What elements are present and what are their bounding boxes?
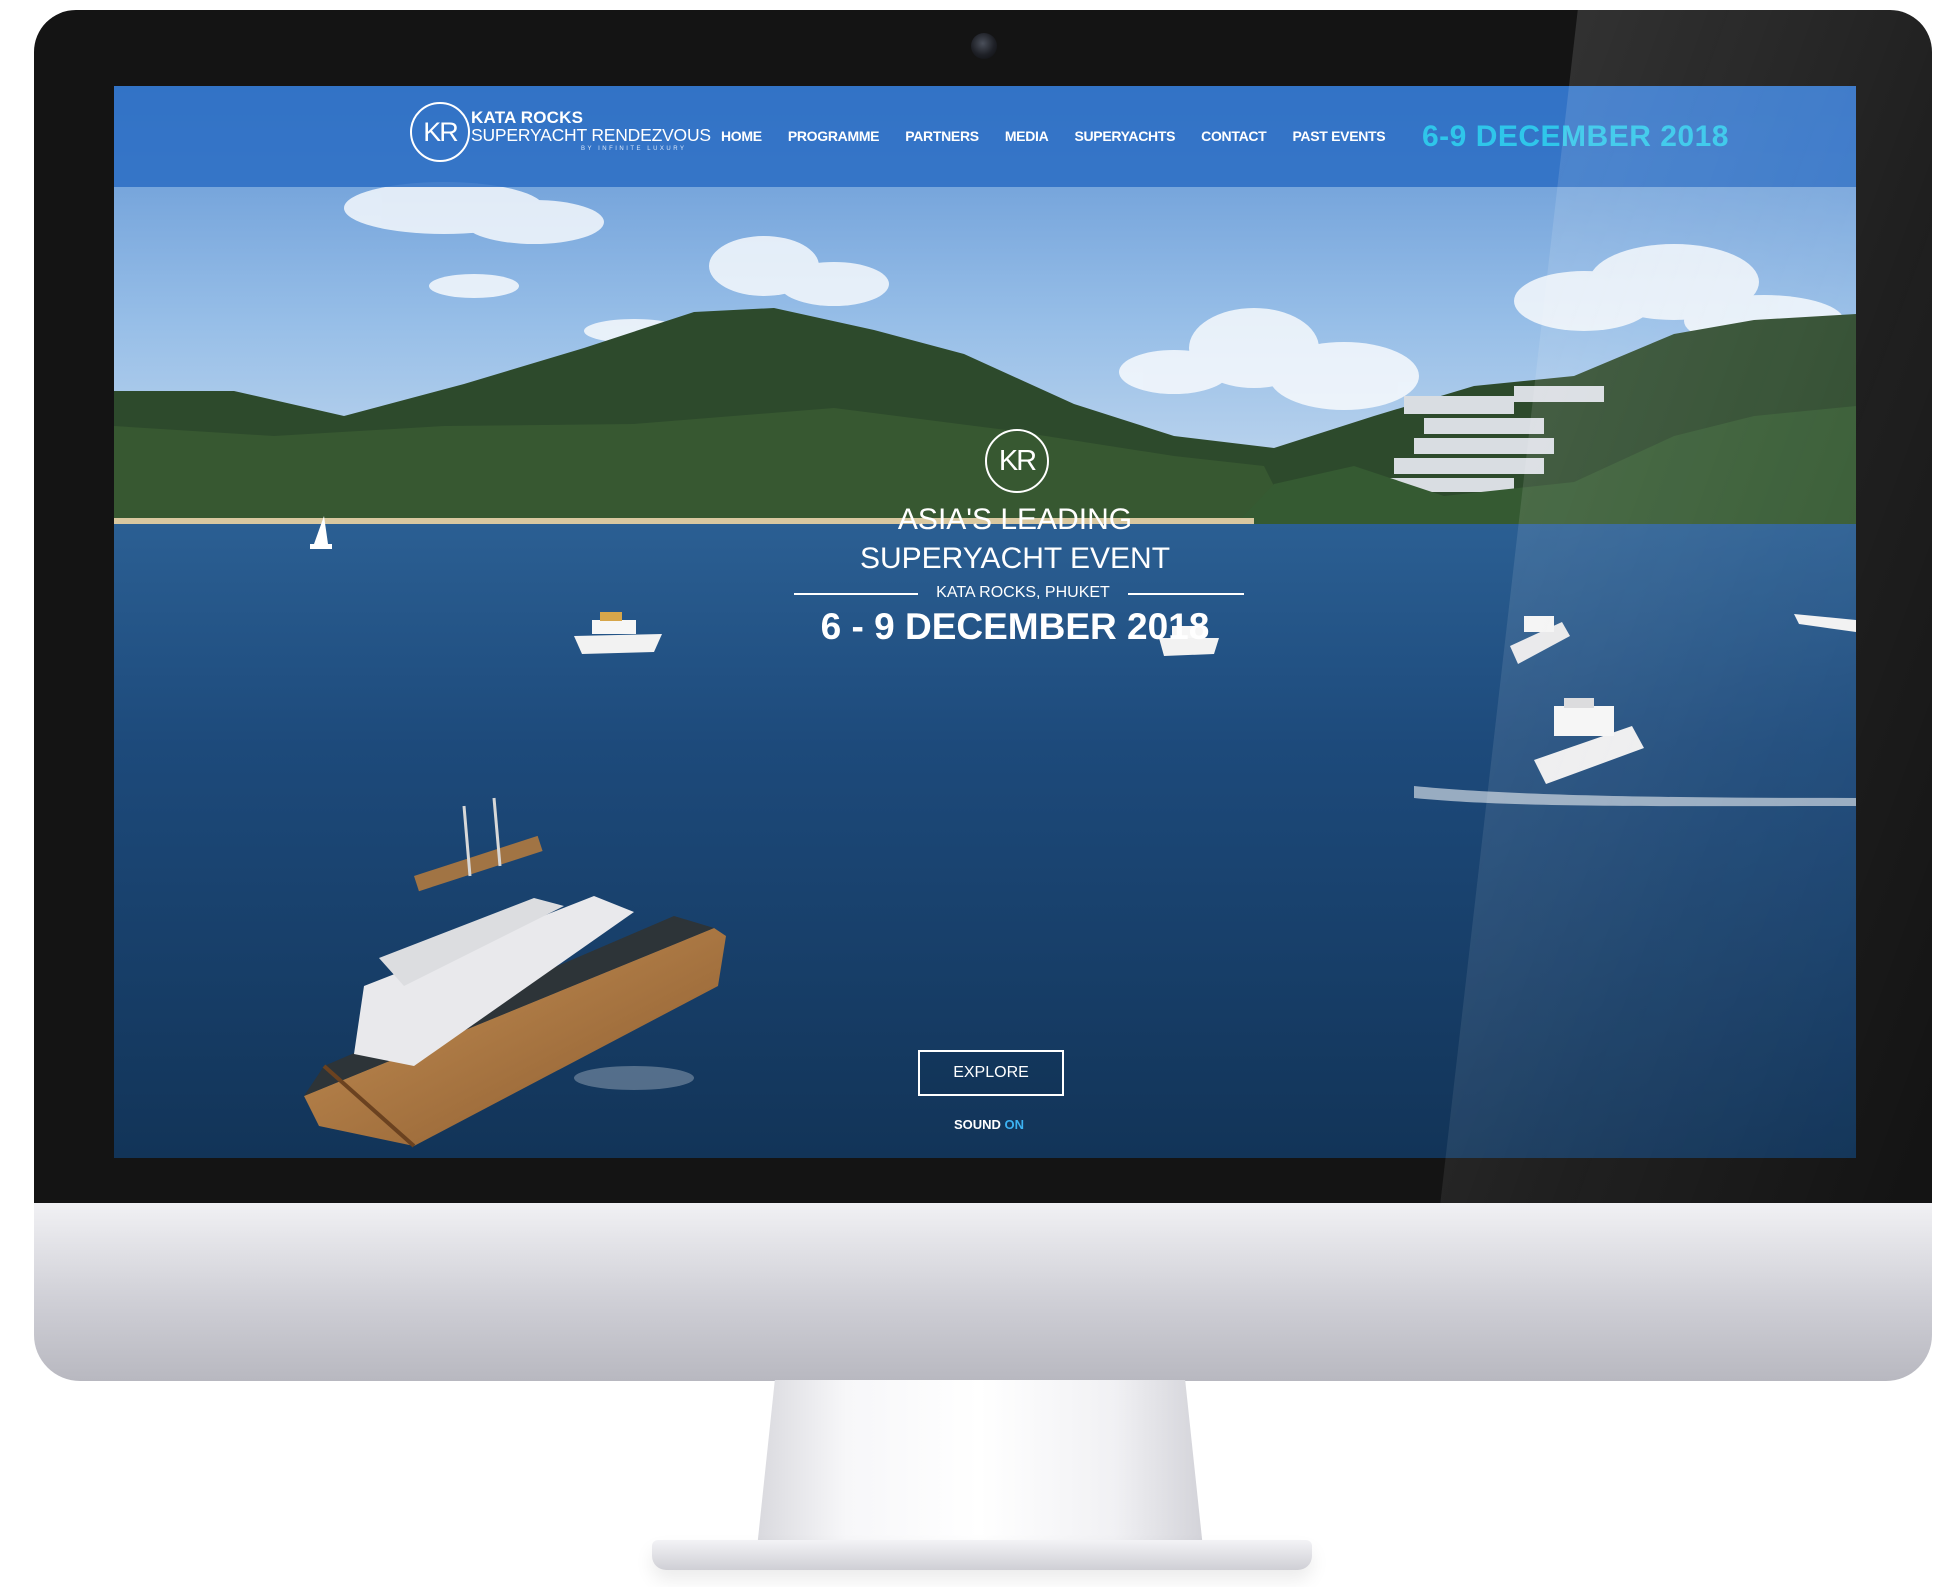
hero-kr-logo-icon: KR [985, 429, 1049, 493]
divider-left [794, 593, 918, 595]
hero-title: ASIA'S LEADING SUPERYACHT EVENT [735, 500, 1295, 578]
monitor-stand [757, 1380, 1203, 1548]
nav-past-events[interactable]: PAST EVENTS [1292, 128, 1385, 148]
nav-contact[interactable]: CONTACT [1201, 128, 1267, 148]
monitor-stand-base [652, 1540, 1312, 1570]
monitor-chin [34, 1203, 1932, 1381]
hero-dates: 6 - 9 DECEMBER 2018 [820, 606, 1210, 647]
divider-right [1128, 593, 1244, 595]
logo-tagline: BY INFINITE LUXURY [581, 146, 687, 152]
webcam-icon [971, 33, 997, 59]
main-nav: HOME PROGRAMME PARTNERS MEDIA SUPERYACHT… [721, 128, 1386, 148]
top-navigation-bar: KR KATA ROCKS SUPERYACHT RENDEZVOUS BY I… [114, 86, 1856, 187]
sound-state: ON [1004, 1117, 1025, 1132]
nav-home[interactable]: HOME [721, 128, 762, 148]
nav-partners[interactable]: PARTNERS [905, 128, 979, 148]
sound-toggle[interactable]: SOUND ON [918, 1117, 1060, 1132]
hero-location-row: KATA ROCKS, PHUKET [794, 582, 1244, 604]
nav-programme[interactable]: PROGRAMME [788, 128, 880, 148]
hero-title-line2: SUPERYACHT EVENT [859, 542, 1171, 575]
hero-location: KATA ROCKS, PHUKET [936, 584, 1110, 601]
kr-logo-icon[interactable]: KR [410, 102, 470, 162]
sound-label: SOUND [953, 1117, 1005, 1132]
event-date-banner: 6-9 DECEMBER 2018 [1422, 120, 1729, 153]
website-screen: KR KATA ROCKS SUPERYACHT RENDEZVOUS BY I… [114, 86, 1856, 1158]
hero-title-line1: ASIA'S LEADING [897, 503, 1133, 536]
nav-media[interactable]: MEDIA [1005, 128, 1049, 148]
nav-superyachts[interactable]: SUPERYACHTS [1074, 128, 1175, 148]
logo-subtitle[interactable]: SUPERYACHT RENDEZVOUS [471, 125, 711, 146]
explore-button[interactable]: EXPLORE [918, 1050, 1064, 1096]
